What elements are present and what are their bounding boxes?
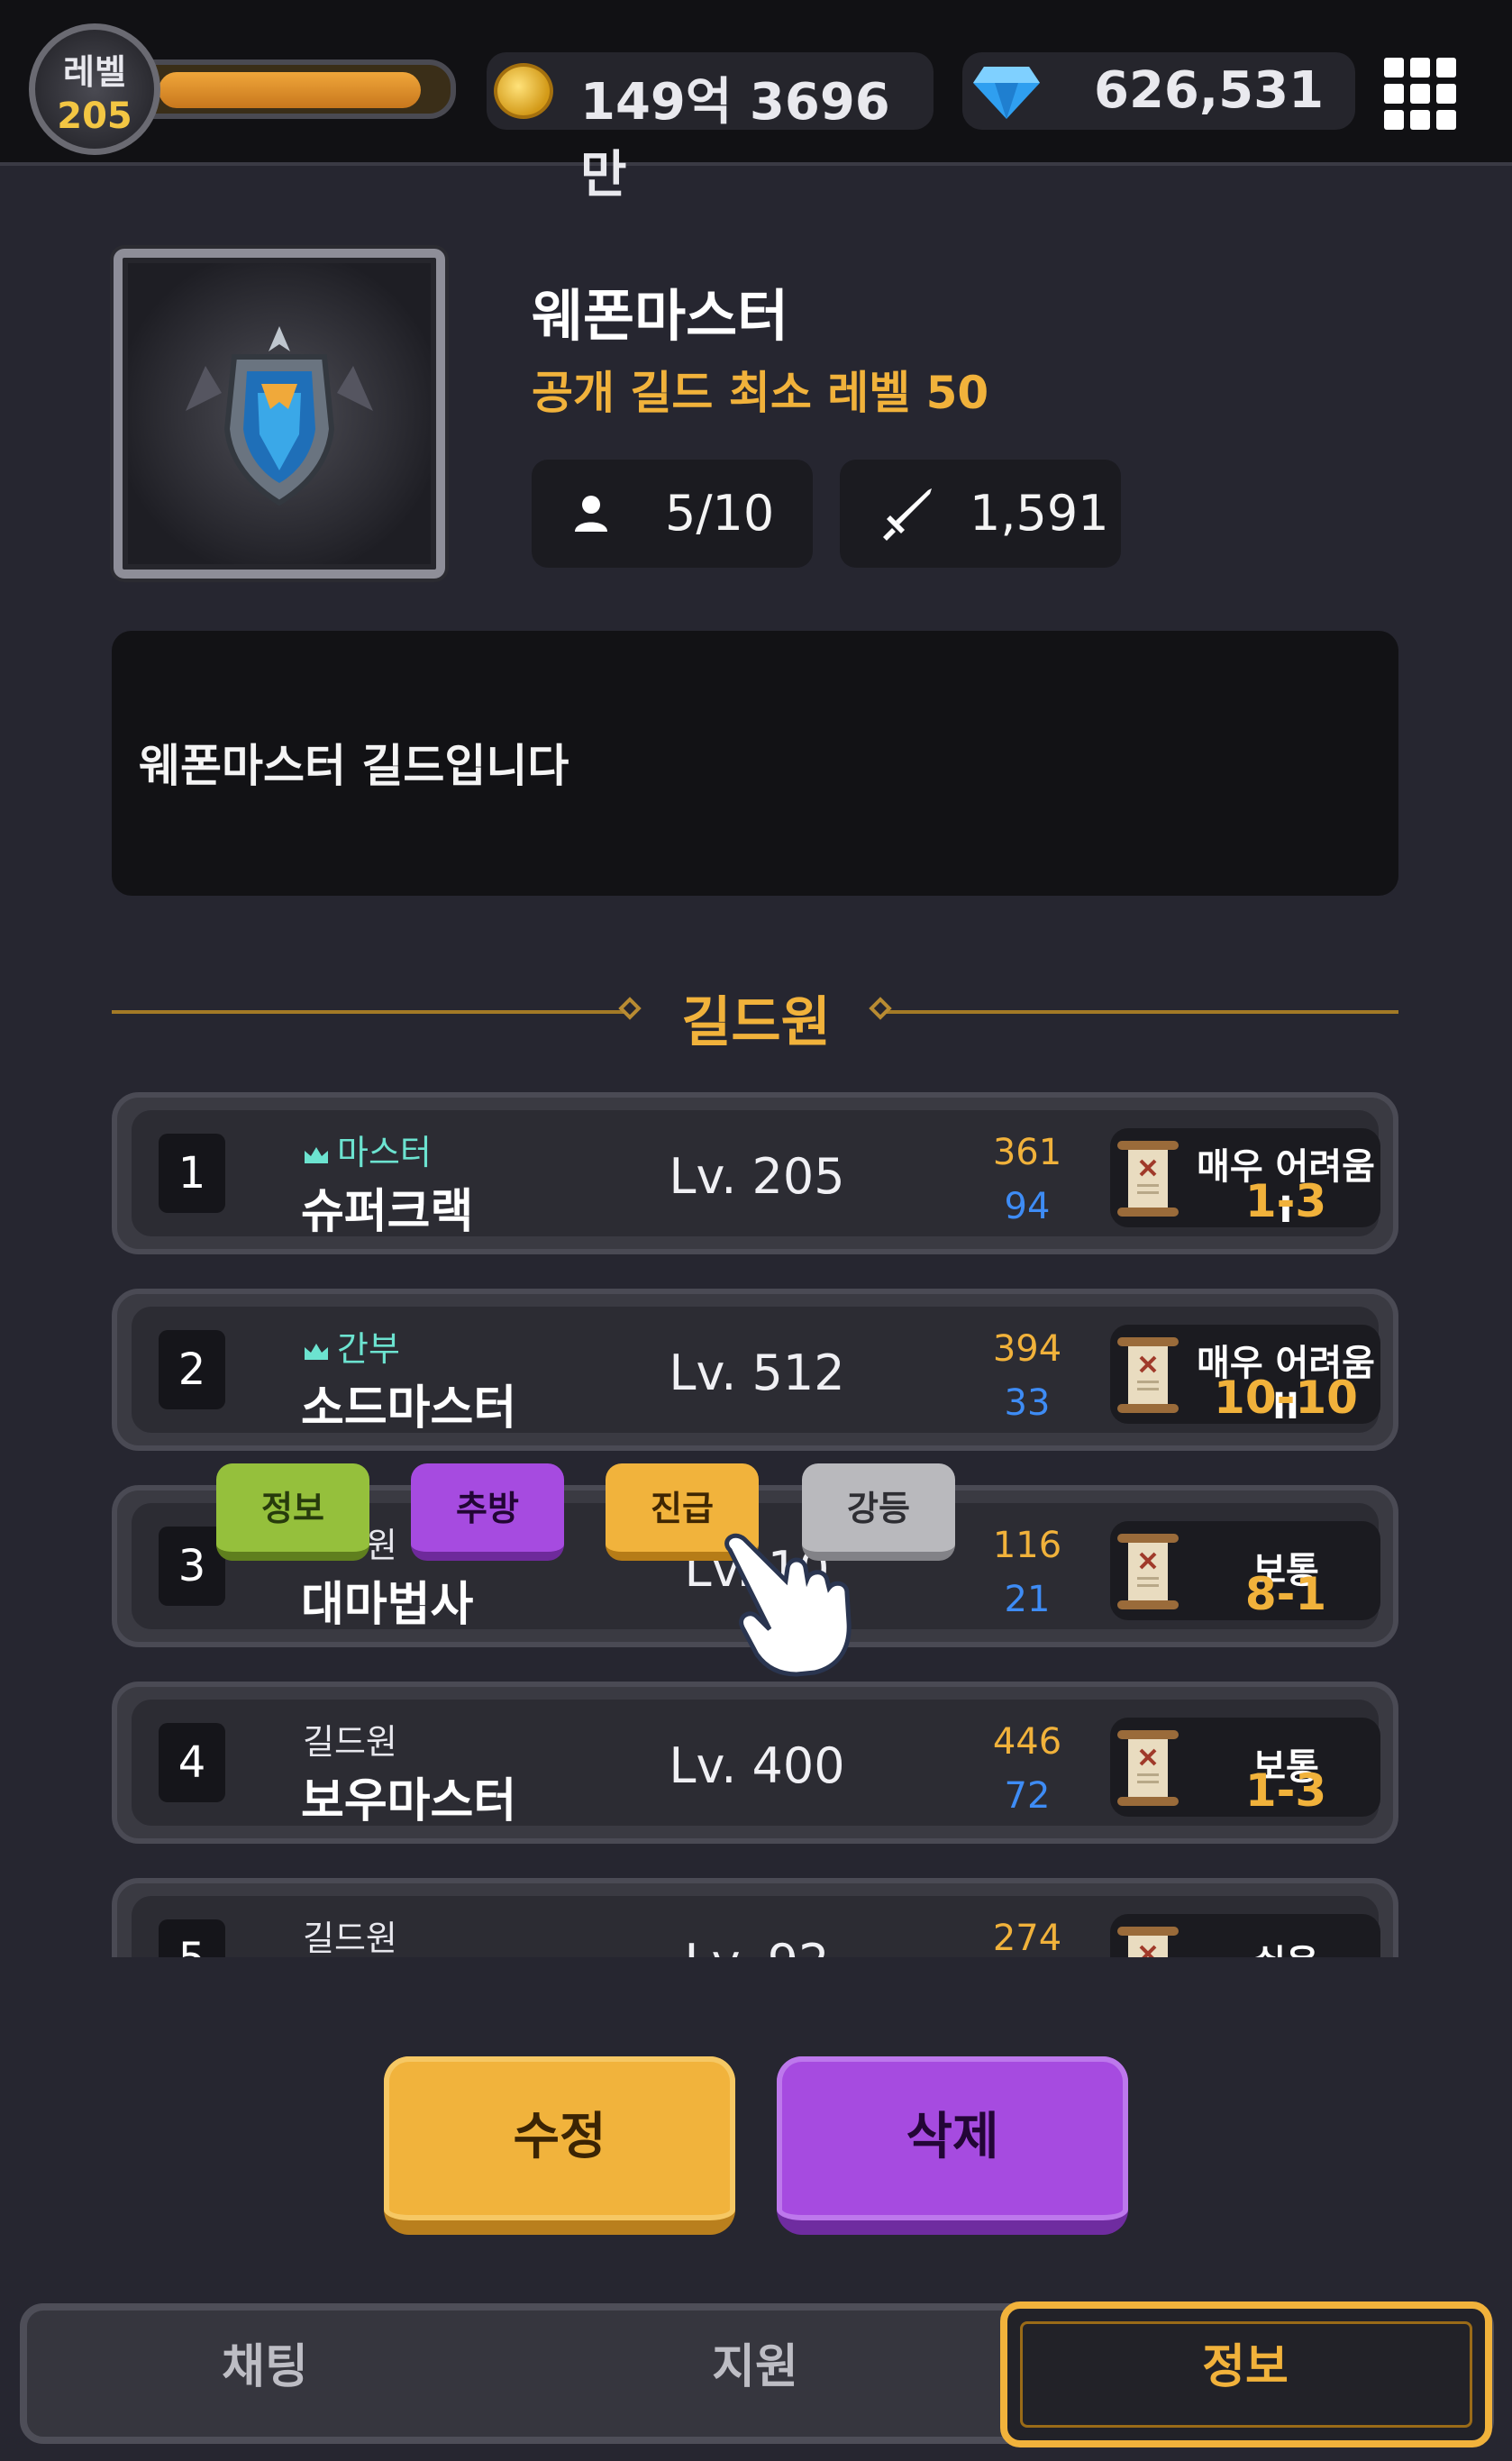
stage-number: 1-3	[1244, 1175, 1327, 1227]
member-stage-box: 보통 1-3	[1110, 1718, 1380, 1817]
member-stat-gold: 446	[992, 1721, 1062, 1763]
stage-number: 1-3	[1244, 1764, 1327, 1817]
guild-power-stat: 1,591	[840, 460, 1121, 568]
stage-difficulty: 쉬움	[1191, 1934, 1380, 1957]
member-stat-gold: 394	[992, 1328, 1062, 1370]
top-status-bar: 레벨 205 149억 3696만 626,531	[0, 0, 1512, 205]
member-level: Lv. 400	[669, 1737, 845, 1794]
shield-emblem-icon	[186, 326, 373, 506]
grid-menu-icon[interactable]	[1384, 58, 1456, 130]
member-stat-gold: 274	[992, 1918, 1062, 1957]
guild-description: 웨폰마스터 길드입니다	[139, 740, 569, 792]
member-stage-box: 보통 8-1	[1110, 1521, 1380, 1620]
level-label: 레벨	[63, 52, 126, 92]
tab-chat[interactable]: 채팅	[94, 2329, 436, 2396]
member-name: 슈퍼크랙	[301, 1185, 474, 1239]
guild-description-box: 웨폰마스터 길드입니다	[112, 631, 1398, 896]
member-stage-box: 매우 어려움I 1-3	[1110, 1128, 1380, 1231]
scroll-icon	[1117, 1927, 1179, 1957]
xp-bar-fill	[159, 72, 421, 108]
member-stat-gold: 116	[992, 1525, 1062, 1566]
delete-guild-button[interactable]: 삭제	[777, 2056, 1128, 2235]
member-level: Lv. 205	[669, 1148, 845, 1205]
tab-info[interactable]: 정보	[1074, 2329, 1416, 2396]
member-role-label: 마스터	[337, 1133, 432, 1172]
kick-member-button[interactable]: 추방	[411, 1463, 564, 1561]
edit-guild-button[interactable]: 수정	[384, 2056, 735, 2235]
member-stat-blue: 21	[1004, 1579, 1051, 1620]
xp-bar	[135, 59, 456, 119]
member-stat-blue: 33	[1004, 1382, 1051, 1424]
tab-support[interactable]: 지원	[584, 2329, 926, 2396]
member-role: 간부	[303, 1321, 400, 1371]
member-stage-box: 매우 어려움II 10-10	[1110, 1325, 1380, 1427]
guild-power: 1,591	[970, 485, 1109, 542]
gem-counter[interactable]: 626,531	[962, 52, 1355, 130]
gold-coin-icon	[494, 63, 553, 119]
level-value: 205	[57, 96, 132, 137]
scroll-icon	[1117, 1534, 1179, 1609]
member-stat-blue: 94	[1004, 1186, 1051, 1227]
member-row[interactable]: 2 간부 소드마스터 Lv. 512 394 33 매우 어려움II 10-10	[112, 1289, 1398, 1451]
member-stat-blue: 72	[1004, 1775, 1051, 1817]
member-name: 대마법사	[301, 1578, 474, 1632]
scroll-icon	[1117, 1730, 1179, 1806]
member-rank: 5	[159, 1919, 225, 1957]
person-icon	[575, 496, 607, 532]
member-rank: 1	[159, 1134, 225, 1213]
member-name: 소드마스터	[301, 1381, 517, 1436]
members-section-title: 길드원	[681, 991, 831, 1054]
member-name: 보우마스터	[301, 1774, 517, 1828]
gem-amount: 626,531	[1094, 61, 1325, 120]
member-rank: 2	[159, 1330, 225, 1409]
crown-icon	[305, 1146, 328, 1163]
tap-hand-pointer-icon	[724, 1533, 852, 1677]
guild-name: 웨폰마스터	[532, 283, 789, 349]
player-level-badge[interactable]: 레벨 205	[29, 23, 160, 155]
guild-type-and-min-level: 공개 길드 최소 레벨 50	[532, 367, 989, 419]
stage-number: 10-10	[1214, 1372, 1358, 1424]
member-count-stat: 5/10	[532, 460, 813, 568]
sword-icon	[883, 488, 932, 541]
member-row[interactable]: 5 길드원 Lv. 92 274 쉬움	[112, 1878, 1398, 1957]
member-level: Lv. 512	[669, 1344, 845, 1401]
member-count: 5/10	[665, 485, 775, 542]
crown-icon	[305, 1343, 328, 1360]
member-rank: 3	[159, 1527, 225, 1606]
member-stat-gold: 361	[992, 1132, 1062, 1173]
member-role: 마스터	[303, 1125, 432, 1174]
member-row[interactable]: 1 마스터 슈퍼크랙 Lv. 205 361 94 매우 어려움I 1-3	[112, 1092, 1398, 1254]
scroll-icon	[1117, 1141, 1179, 1217]
member-level: Lv. 92	[640, 1934, 874, 1957]
member-rank: 4	[159, 1723, 225, 1802]
scroll-icon	[1117, 1337, 1179, 1413]
member-role-label: 간부	[337, 1329, 400, 1369]
diamond-icon	[973, 67, 1040, 119]
member-row[interactable]: 4 길드원 보우마스터 Lv. 400 446 72 보통 1-3	[112, 1682, 1398, 1844]
member-role: 길드원	[303, 1722, 397, 1762]
member-info-button[interactable]: 정보	[216, 1463, 369, 1561]
member-stage-box: 쉬움	[1110, 1914, 1380, 1957]
member-role: 길드원	[303, 1919, 397, 1957]
gold-counter[interactable]: 149억 3696만	[487, 52, 934, 205]
guild-emblem[interactable]	[114, 249, 445, 579]
stage-number: 8-1	[1244, 1568, 1327, 1620]
gold-amount: 149억 3696만	[580, 73, 890, 205]
